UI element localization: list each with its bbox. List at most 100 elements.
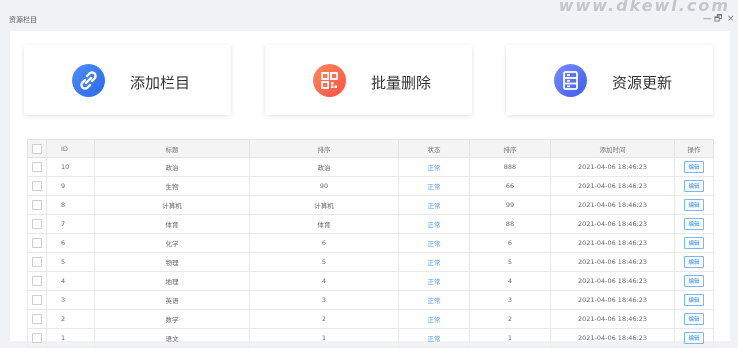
row-id: 10 — [46, 157, 95, 177]
close-icon[interactable]: × — [727, 14, 735, 24]
table-row: 9 生物 90 正常 66 2021-04-06 18:46:23 编辑 — [27, 176, 714, 196]
row-action: 编辑 — [674, 271, 714, 291]
row-status[interactable]: 正常 — [398, 290, 470, 310]
row-id: 2 — [46, 309, 95, 329]
header-sort-name: 排序 — [249, 139, 399, 158]
row-order: 4 — [469, 271, 551, 291]
edit-button[interactable]: 编辑 — [684, 218, 704, 230]
row-checkbox[interactable] — [27, 157, 47, 177]
status-link[interactable]: 正常 — [428, 240, 441, 248]
resource-update-card[interactable]: 资源更新 — [506, 45, 713, 115]
minimize-icon[interactable]: — — [703, 14, 712, 24]
row-title: 英语 — [94, 290, 250, 310]
batch-delete-card[interactable]: 批量删除 — [265, 45, 472, 115]
row-title: 物理 — [94, 252, 250, 272]
row-checkbox[interactable] — [27, 309, 47, 329]
row-checkbox[interactable] — [27, 328, 47, 348]
edit-button[interactable]: 编辑 — [684, 332, 704, 344]
status-link[interactable]: 正常 — [428, 297, 441, 305]
row-title: 数学 — [94, 309, 250, 329]
row-checkbox[interactable] — [27, 176, 47, 196]
row-status[interactable]: 正常 — [398, 157, 470, 177]
row-order: 99 — [469, 195, 551, 215]
status-link[interactable]: 正常 — [428, 221, 441, 229]
row-sort-name: 政治 — [249, 157, 399, 177]
edit-button[interactable]: 编辑 — [684, 161, 704, 173]
row-order: 88 — [469, 214, 551, 234]
row-time: 2021-04-06 18:46:23 — [550, 290, 675, 310]
row-action: 编辑 — [674, 214, 714, 234]
qrcode-icon — [313, 64, 346, 97]
row-time: 2021-04-06 18:46:23 — [550, 195, 675, 215]
batch-delete-label: 批量删除 — [371, 74, 432, 92]
row-sort-name: 2 — [249, 309, 399, 329]
row-checkbox[interactable] — [27, 271, 47, 291]
row-title: 政治 — [94, 157, 250, 177]
row-checkbox[interactable] — [27, 252, 47, 272]
row-status[interactable]: 正常 — [398, 233, 470, 253]
row-action: 编辑 — [674, 290, 714, 310]
edit-button[interactable]: 编辑 — [684, 199, 704, 211]
row-action: 编辑 — [674, 176, 714, 196]
row-checkbox[interactable] — [27, 214, 47, 234]
table-row: 8 计算机 计算机 正常 99 2021-04-06 18:46:23 编辑 — [27, 195, 714, 215]
header-id: ID — [46, 139, 95, 158]
status-link[interactable]: 正常 — [428, 259, 441, 267]
row-status[interactable]: 正常 — [398, 252, 470, 272]
window-titlebar: 资源栏目 — 🗗 × — [0, 11, 738, 29]
edit-button[interactable]: 编辑 — [684, 237, 704, 249]
table-row: 2 数学 2 正常 2 2021-04-06 18:46:23 编辑 — [27, 309, 714, 329]
header-action: 操作 — [674, 139, 714, 158]
row-sort-name: 4 — [249, 271, 399, 291]
row-sort-name: 5 — [249, 252, 399, 272]
edit-button[interactable]: 编辑 — [684, 294, 704, 306]
add-column-label: 添加栏目 — [130, 74, 191, 92]
maximize-icon[interactable]: 🗗 — [714, 14, 722, 24]
row-id: 1 — [46, 328, 95, 348]
status-link[interactable]: 正常 — [428, 164, 441, 172]
row-checkbox[interactable] — [27, 195, 47, 215]
main-panel: 添加栏目 批量删除 资源更新 ID 标题 排序 状态 排序 添加时间 操作 10… — [10, 31, 730, 348]
edit-button[interactable]: 编辑 — [684, 275, 704, 287]
status-link[interactable]: 正常 — [428, 278, 441, 286]
row-status[interactable]: 正常 — [398, 328, 470, 348]
add-column-card[interactable]: 添加栏目 — [24, 45, 231, 115]
table-row: 5 物理 5 正常 5 2021-04-06 18:46:23 编辑 — [27, 252, 714, 272]
row-status[interactable]: 正常 — [398, 271, 470, 291]
row-status[interactable]: 正常 — [398, 214, 470, 234]
row-id: 3 — [46, 290, 95, 310]
server-icon — [554, 64, 587, 97]
status-link[interactable]: 正常 — [428, 316, 441, 324]
row-action: 编辑 — [674, 252, 714, 272]
row-order: 1 — [469, 328, 551, 348]
row-sort-name: 体育 — [249, 214, 399, 234]
row-action: 编辑 — [674, 195, 714, 215]
edit-button[interactable]: 编辑 — [684, 256, 704, 268]
status-link[interactable]: 正常 — [428, 335, 441, 343]
row-order: 6 — [469, 233, 551, 253]
row-order: 5 — [469, 252, 551, 272]
status-link[interactable]: 正常 — [428, 202, 441, 210]
row-time: 2021-04-06 18:46:23 — [550, 271, 675, 291]
row-time: 2021-04-06 18:46:23 — [550, 157, 675, 177]
edit-button[interactable]: 编辑 — [684, 313, 704, 325]
row-status[interactable]: 正常 — [398, 309, 470, 329]
select-all-checkbox[interactable] — [27, 139, 47, 158]
status-link[interactable]: 正常 — [428, 183, 441, 191]
row-order: 66 — [469, 176, 551, 196]
edit-button[interactable]: 编辑 — [684, 180, 704, 192]
row-title: 化学 — [94, 233, 250, 253]
row-action: 编辑 — [674, 328, 714, 348]
row-status[interactable]: 正常 — [398, 195, 470, 215]
row-checkbox[interactable] — [27, 290, 47, 310]
link-icon — [72, 64, 105, 97]
row-sort-name: 90 — [249, 176, 399, 196]
row-title: 地理 — [94, 271, 250, 291]
row-checkbox[interactable] — [27, 233, 47, 253]
row-sort-name: 计算机 — [249, 195, 399, 215]
header-time: 添加时间 — [550, 139, 675, 158]
row-id: 6 — [46, 233, 95, 253]
row-status[interactable]: 正常 — [398, 176, 470, 196]
row-sort-name: 6 — [249, 233, 399, 253]
row-action: 编辑 — [674, 233, 714, 253]
